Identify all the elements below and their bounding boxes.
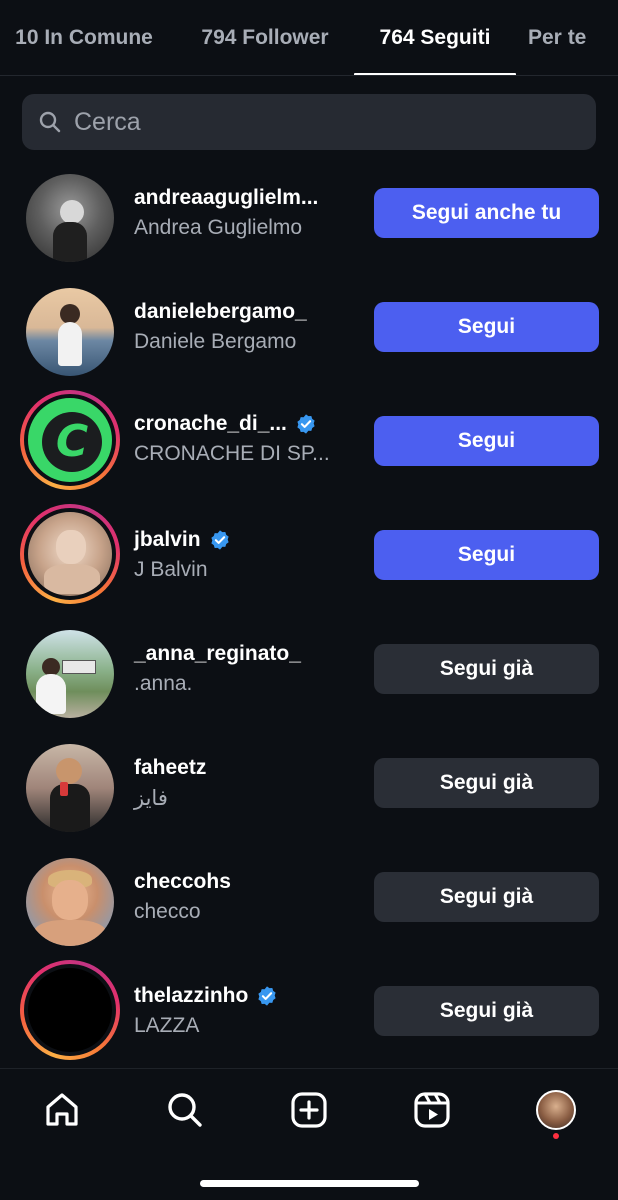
avatar-story-ring[interactable] bbox=[20, 504, 120, 604]
verified-badge-icon bbox=[297, 414, 315, 434]
nav-create[interactable] bbox=[286, 1087, 332, 1133]
reels-icon bbox=[414, 1092, 450, 1128]
username[interactable]: _anna_reginato_ bbox=[134, 640, 354, 668]
list-item: andreaaguglielm... Andrea Guglielmo Segu… bbox=[0, 168, 618, 282]
username[interactable]: thelazzinho bbox=[134, 982, 354, 1010]
logo-c-icon: C bbox=[42, 412, 102, 472]
username[interactable]: andreaaguglielm... bbox=[134, 184, 354, 212]
tab-bar: 10 In Comune 794 Follower 764 Seguiti Pe… bbox=[0, 0, 618, 76]
avatar[interactable] bbox=[20, 624, 120, 724]
notification-dot bbox=[553, 1133, 559, 1139]
list-item: C cronache_di_... CRONACHE DI SP... Segu… bbox=[0, 390, 618, 504]
home-indicator[interactable] bbox=[200, 1180, 419, 1187]
active-tab-indicator bbox=[354, 73, 516, 75]
nav-search[interactable] bbox=[162, 1087, 208, 1133]
full-name: Daniele Bergamo bbox=[134, 330, 297, 353]
verified-badge-icon bbox=[210, 530, 229, 550]
search-bar[interactable] bbox=[22, 94, 596, 150]
search-icon bbox=[39, 111, 61, 133]
list-item: faheetz فايز Segui già bbox=[0, 738, 618, 852]
following-button[interactable]: Segui già bbox=[374, 758, 599, 808]
verified-badge-icon bbox=[258, 986, 276, 1006]
list-item: danielebergamo_ Daniele Bergamo Segui bbox=[0, 282, 618, 396]
avatar[interactable] bbox=[20, 852, 120, 952]
avatar-story-ring[interactable]: C bbox=[20, 390, 120, 490]
avatar bbox=[24, 508, 116, 600]
nav-profile[interactable] bbox=[533, 1087, 579, 1133]
profile-avatar bbox=[536, 1090, 576, 1130]
nav-reels[interactable] bbox=[409, 1087, 455, 1133]
search-input[interactable] bbox=[74, 107, 554, 137]
avatar-story-ring[interactable] bbox=[20, 960, 120, 1060]
search-icon bbox=[168, 1093, 202, 1127]
tab-per-te[interactable]: Per te bbox=[528, 0, 608, 75]
list-item: _anna_reginato_ .anna. Segui già bbox=[0, 624, 618, 738]
list-item: checcohs checco Segui già bbox=[0, 852, 618, 966]
avatar bbox=[24, 964, 116, 1056]
full-name: Andrea Guglielmo bbox=[134, 216, 303, 239]
username[interactable]: jbalvin bbox=[134, 526, 354, 554]
username[interactable]: cronache_di_... bbox=[134, 410, 354, 438]
full-name: checco bbox=[134, 900, 201, 923]
username[interactable]: faheetz bbox=[134, 754, 354, 782]
full-name: .anna. bbox=[134, 672, 193, 695]
following-button[interactable]: Segui già bbox=[374, 644, 599, 694]
full-name: LAZZA bbox=[134, 1014, 200, 1037]
nav-home[interactable] bbox=[39, 1087, 85, 1133]
follow-button[interactable]: Segui bbox=[374, 416, 599, 466]
list-item: thelazzinho LAZZA Segui già bbox=[0, 960, 618, 1074]
following-button[interactable]: Segui già bbox=[374, 986, 599, 1036]
full-name: J Balvin bbox=[134, 558, 208, 581]
full-name: CRONACHE DI SP... bbox=[134, 442, 330, 465]
home-icon bbox=[46, 1093, 78, 1126]
follow-back-button[interactable]: Segui anche tu bbox=[374, 188, 599, 238]
follow-button[interactable]: Segui bbox=[374, 530, 599, 580]
tab-seguiti[interactable]: 764 Seguiti bbox=[354, 0, 516, 75]
create-icon bbox=[291, 1092, 327, 1128]
full-name: فايز bbox=[134, 787, 168, 810]
avatar: C bbox=[24, 394, 116, 486]
following-button[interactable]: Segui già bbox=[374, 872, 599, 922]
username[interactable]: checcohs bbox=[134, 868, 354, 896]
list-item: jbalvin J Balvin Segui bbox=[0, 504, 618, 618]
tab-in-comune[interactable]: 10 In Comune bbox=[0, 0, 168, 75]
tab-follower[interactable]: 794 Follower bbox=[182, 0, 348, 75]
username[interactable]: danielebergamo_ bbox=[134, 298, 354, 326]
avatar[interactable] bbox=[20, 738, 120, 838]
following-list-screen: 10 In Comune 794 Follower 764 Seguiti Pe… bbox=[0, 0, 618, 1200]
avatar[interactable] bbox=[20, 168, 120, 268]
follow-button[interactable]: Segui bbox=[374, 302, 599, 352]
avatar[interactable] bbox=[20, 282, 120, 382]
